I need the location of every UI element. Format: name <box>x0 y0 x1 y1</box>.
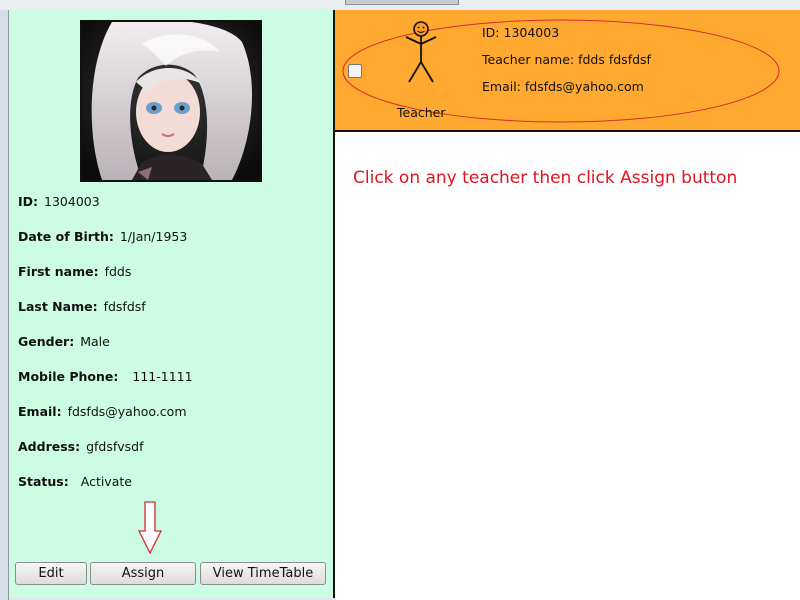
teacher-card[interactable]: Teacher ID: 1304003 Teacher name: fdds f… <box>335 10 800 132</box>
info-row-first-name: First name: fdds <box>18 264 131 279</box>
status-label: Status: <box>18 474 69 489</box>
teacher-id: ID: 1304003 <box>482 25 560 40</box>
view-timetable-button[interactable]: View TimeTable <box>200 562 326 585</box>
student-profile-panel: ID: 1304003 Date of Birth: 1/Jan/1953 Firs… <box>9 10 335 598</box>
info-row-dob: Date of Birth: 1/Jan/1953 <box>18 229 187 244</box>
id-value: 1304003 <box>44 194 100 209</box>
mobile-phone-value: 111-1111 <box>132 369 193 384</box>
gender-label: Gender: <box>18 334 75 349</box>
email-label: Email: <box>18 404 62 419</box>
last-name-value: fdsfdsf <box>103 299 146 314</box>
assign-button[interactable]: Assign <box>90 562 196 585</box>
first-name-label: First name: <box>18 264 99 279</box>
student-photo <box>80 20 262 182</box>
gender-value: Male <box>80 334 110 349</box>
instruction-text: Click on any teacher then click Assign b… <box>353 168 738 188</box>
info-row-address: Address: gfdsfvsdf <box>18 439 144 454</box>
down-arrow-icon <box>138 501 162 555</box>
status-value: Activate <box>80 474 132 489</box>
first-name-value: fdds <box>104 264 132 279</box>
id-label: ID: <box>18 194 39 209</box>
dob-label: Date of Birth: <box>18 229 114 244</box>
info-row-email: Email: fdsfds@yahoo.com <box>18 404 187 419</box>
teacher-list-panel: Teacher ID: 1304003 Teacher name: fdds f… <box>335 10 800 600</box>
info-row-gender: Gender: Male <box>18 334 110 349</box>
info-row-last-name: Last Name: fdsfdsf <box>18 299 146 314</box>
mobile-phone-label: Mobile Phone: <box>18 369 119 384</box>
dob-value: 1/Jan/1953 <box>119 229 188 244</box>
teacher-email: Email: fdsfds@yahoo.com <box>482 79 644 94</box>
app-window: ID: 1304003 Date of Birth: 1/Jan/1953 Firs… <box>0 0 800 600</box>
teacher-stick-figure-icon <box>405 21 437 83</box>
window-left-edge <box>0 10 9 600</box>
last-name-label: Last Name: <box>18 299 98 314</box>
info-row-id: ID: 1304003 <box>18 194 100 209</box>
teacher-name: Teacher name: fdds fdsfdsf <box>482 52 651 67</box>
info-row-mobile-phone: Mobile Phone: 111-1111 <box>18 369 193 384</box>
teacher-select-checkbox[interactable] <box>348 64 362 78</box>
info-row-status: Status: Activate <box>18 474 132 489</box>
top-tab[interactable] <box>345 0 459 5</box>
teacher-figure-label: Teacher <box>397 105 446 120</box>
email-value: fdsfds@yahoo.com <box>67 404 187 419</box>
portrait-image <box>82 22 260 180</box>
address-value: gfdsfvsdf <box>86 439 144 454</box>
address-label: Address: <box>18 439 81 454</box>
edit-button[interactable]: Edit <box>15 562 87 585</box>
